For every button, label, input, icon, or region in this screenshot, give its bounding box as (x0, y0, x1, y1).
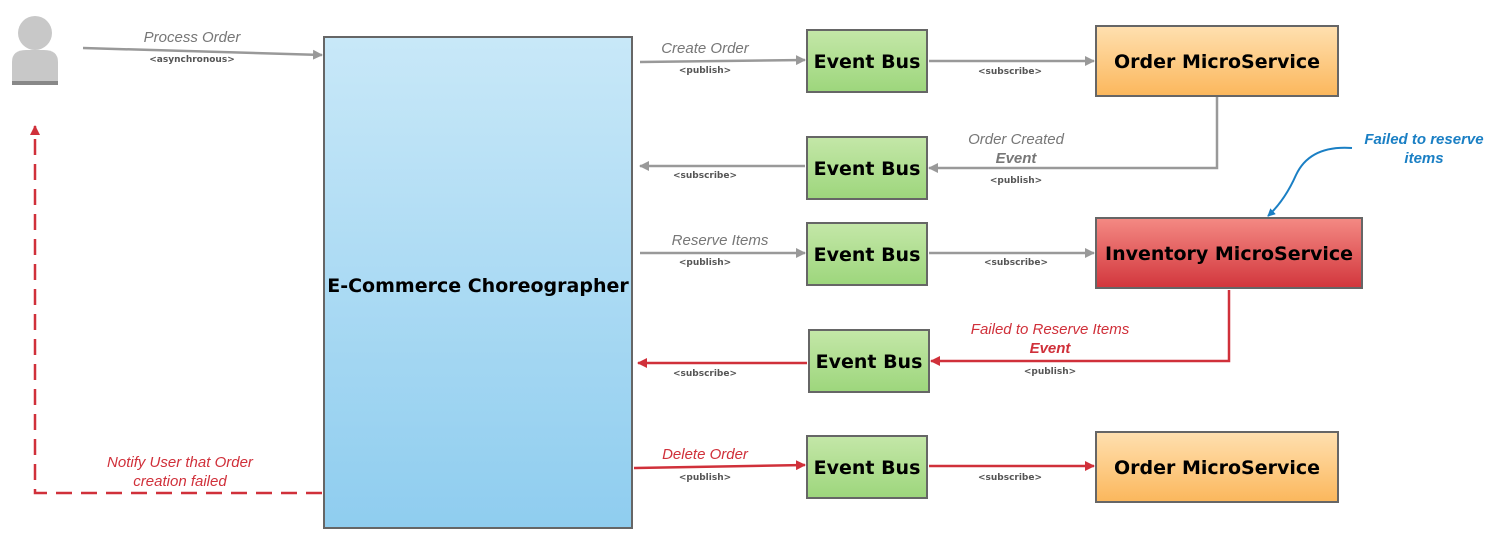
choreographer-label: E-Commerce Choreographer (327, 275, 629, 297)
asynchronous-tag: <asynchronous> (149, 55, 235, 65)
process-order-arrow (82, 46, 323, 60)
publish-tag: <publish> (1024, 367, 1076, 377)
process-order-label: Process Order (144, 29, 242, 46)
reserve-items-label: Reserve Items (672, 232, 769, 249)
notify-user-label-line2: creation failed (133, 473, 227, 490)
create-order-arrow (639, 55, 806, 66)
event-bus-label: Event Bus (814, 457, 921, 479)
delete-order-arrow (633, 460, 806, 471)
service-label: Order MicroService (1114, 51, 1320, 73)
subscribe-tag: <subscribe> (673, 171, 737, 181)
publish-tag: <publish> (679, 473, 731, 483)
failed-reserve-event-label: Event (1030, 340, 1072, 357)
annotation-line1: Failed to reserve (1364, 131, 1483, 148)
choreography-diagram: E-Commerce Choreographer Event Bus Event… (12, 16, 1484, 529)
order-created-label: Order Created (968, 131, 1065, 148)
delete-order-label: Delete Order (662, 446, 749, 463)
create-order-label: Create Order (661, 40, 750, 57)
event-bus-5[interactable]: Event Bus (806, 435, 928, 499)
order-created-event-label: Event (996, 150, 1038, 167)
notify-user-dashed-arrow (30, 125, 322, 495)
event-bus-label: Event Bus (814, 244, 921, 266)
choreographer-box[interactable]: E-Commerce Choreographer (323, 36, 633, 529)
service-label: Inventory MicroService (1105, 243, 1353, 265)
notify-user-label-line1: Notify User that Order (107, 454, 254, 471)
inventory-microservice[interactable]: Inventory MicroService (1095, 217, 1363, 289)
event-bus-label: Event Bus (814, 158, 921, 180)
service-label: Order MicroService (1114, 457, 1320, 479)
publish-tag: <publish> (679, 258, 731, 268)
user-icon (12, 16, 58, 85)
event-bus-3[interactable]: Event Bus (806, 222, 928, 286)
event-bus-label: Event Bus (814, 51, 921, 73)
subscribe-tag: <subscribe> (673, 369, 737, 379)
event-bus-2[interactable]: Event Bus (806, 136, 928, 200)
publish-tag: <publish> (679, 66, 731, 76)
publish-tag: <publish> (990, 176, 1042, 186)
event-bus-1[interactable]: Event Bus (806, 29, 928, 93)
failed-reserve-label: Failed to Reserve Items (971, 321, 1130, 338)
order-microservice-top[interactable]: Order MicroService (1095, 25, 1339, 97)
order-microservice-bottom[interactable]: Order MicroService (1095, 431, 1339, 503)
event-bus-label: Event Bus (816, 351, 923, 373)
subscribe-tag: <subscribe> (984, 258, 1048, 268)
event-bus-4[interactable]: Event Bus (808, 329, 930, 393)
annotation-arrow (1267, 146, 1353, 217)
subscribe-tag: <subscribe> (978, 473, 1042, 483)
annotation-line2: items (1404, 150, 1443, 167)
subscribe-tag: <subscribe> (978, 67, 1042, 77)
